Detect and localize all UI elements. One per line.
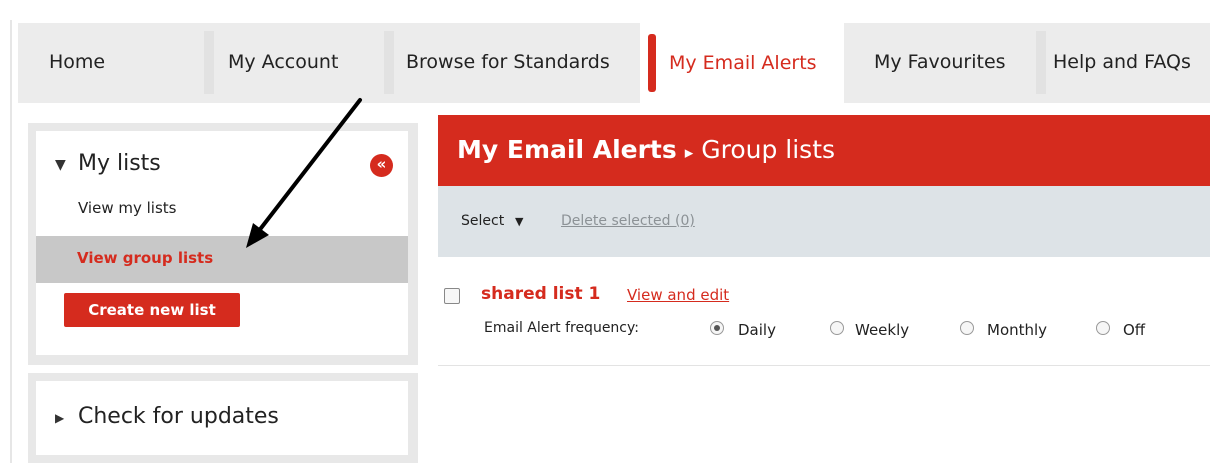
annotation-arrow-icon bbox=[246, 98, 362, 248]
